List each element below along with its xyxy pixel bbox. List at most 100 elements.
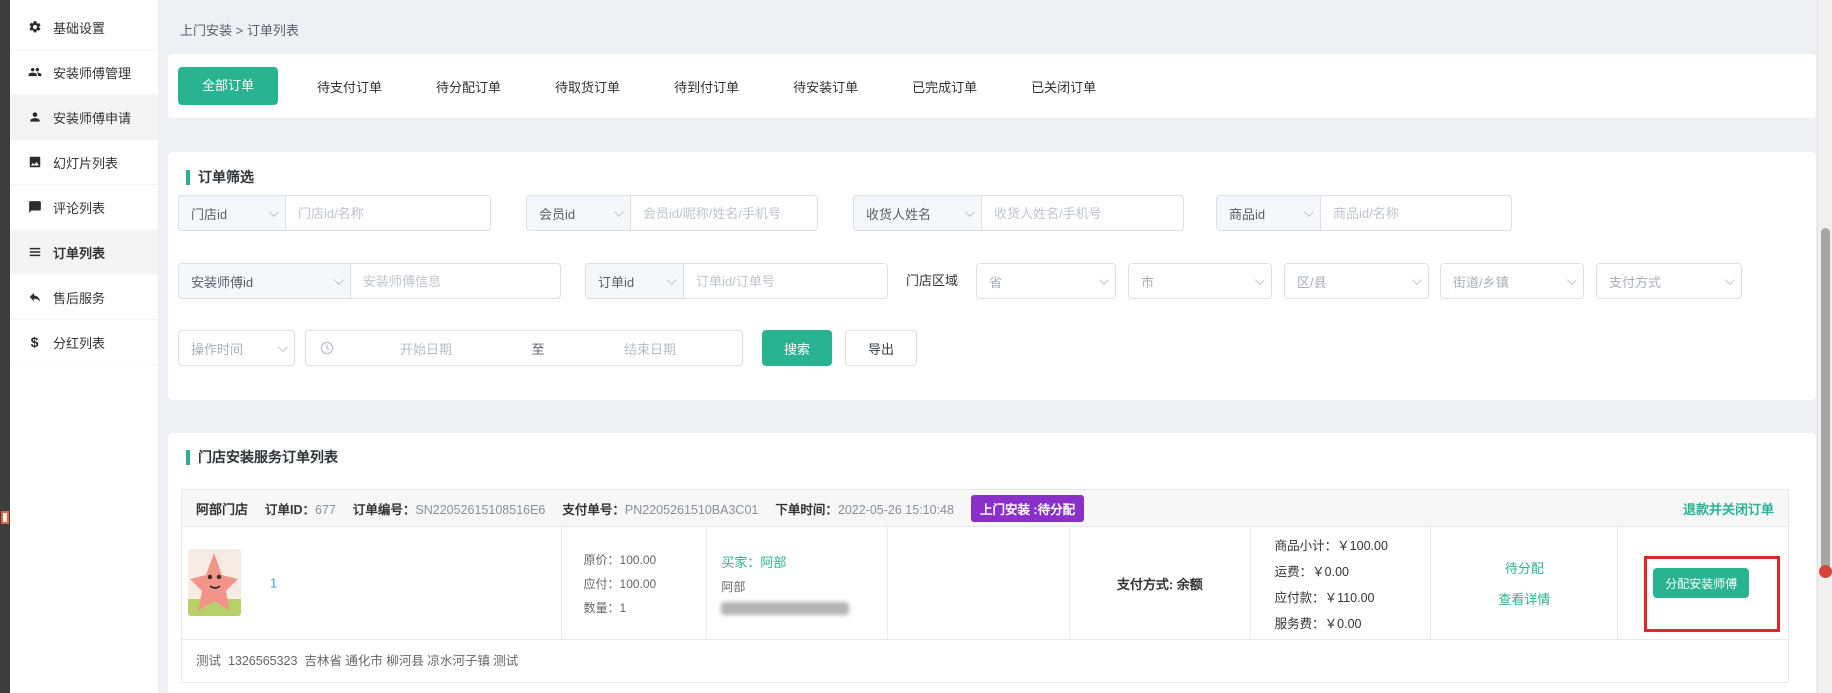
chevron-down-icon	[1255, 275, 1265, 285]
sidebar-item-slideshow-list[interactable]: 幻灯片列表	[10, 140, 158, 185]
quantity-link[interactable]: 1	[270, 576, 277, 591]
store-search-input[interactable]	[286, 195, 491, 231]
order-item: 阿部门店 订单ID：677 订单编号：SN22052615108516E6 支付…	[181, 489, 1789, 683]
chevron-down-icon	[965, 207, 975, 217]
sidebar-item-installer-application[interactable]: 安装师傅申请	[10, 95, 158, 140]
filter-group-store: 门店id	[178, 195, 491, 231]
member-id-select[interactable]: 会员id	[526, 195, 631, 231]
date-range-picker[interactable]: 开始日期 至 结束日期	[305, 330, 743, 366]
chevron-down-icon	[269, 207, 279, 217]
tab-pay-on-delivery[interactable]: 待到付订单	[647, 77, 766, 96]
operation-time-select[interactable]: 操作时间	[178, 330, 295, 366]
filter-group-consignee: 收货人姓名	[853, 195, 1184, 231]
order-id-select[interactable]: 订单id	[585, 263, 684, 299]
sidebar-item-label: 分红列表	[53, 333, 105, 352]
app-root: 基础设置 安装师傅管理 安装师傅申请 幻灯片列表 评论列表 订单列表 售后服务 …	[0, 0, 1832, 693]
status-cell: 待分配 查看详情	[1431, 527, 1618, 639]
sidebar-item-dividend-list[interactable]: $ 分红列表	[10, 320, 158, 365]
order-time-field: 下单时间：2022-05-26 15:10:48	[775, 499, 954, 518]
filter-group-member: 会员id	[526, 195, 818, 231]
order-search-input[interactable]	[684, 263, 888, 299]
tab-closed[interactable]: 已关闭订单	[1004, 77, 1123, 96]
sidebar-item-label: 安装师傅申请	[53, 108, 131, 127]
dollar-icon: $	[27, 335, 42, 350]
sidebar-item-label: 幻灯片列表	[53, 153, 118, 172]
sidebar-item-comment-list[interactable]: 评论列表	[10, 185, 158, 230]
order-id-field: 订单ID：677	[265, 499, 336, 518]
filter-section-title: 订单筛选	[186, 167, 254, 187]
chevron-down-icon	[1099, 275, 1109, 285]
chevron-down-icon	[1567, 275, 1577, 285]
shipping-line: 运费：￥0.00	[1275, 561, 1431, 580]
scrollbar-thumb[interactable]	[1821, 228, 1830, 570]
consignee-search-input[interactable]	[982, 195, 1184, 231]
payment-method-select[interactable]: 支付方式	[1596, 263, 1742, 299]
original-price: 原价：100.00	[584, 551, 707, 568]
consignee-name-select[interactable]: 收货人姓名	[853, 195, 982, 231]
sidebar-item-label: 评论列表	[53, 198, 105, 217]
search-button[interactable]: 搜索	[762, 330, 832, 366]
product-id-select[interactable]: 商品id	[1216, 195, 1321, 231]
order-status-tabs: 全部订单 待支付订单 待分配订单 待取货订单 待到付订单 待安装订单 已完成订单…	[168, 54, 1816, 118]
installer-id-select[interactable]: 安装师傅id	[178, 263, 351, 299]
chevron-down-icon	[1304, 207, 1314, 217]
service-fee-line: 服务费：￥0.00	[1275, 613, 1431, 632]
left-edge-marker	[1, 511, 9, 524]
store-name: 阿部门店	[196, 499, 248, 518]
export-button[interactable]: 导出	[845, 330, 917, 366]
title-accent-bar	[186, 170, 190, 185]
store-id-select[interactable]: 门店id	[178, 195, 286, 231]
status-badge: 上门安装 :待分配	[971, 495, 1084, 522]
product-image[interactable]	[188, 549, 241, 616]
filter-group-installer: 安装师傅id	[178, 263, 561, 299]
order-list-card: 门店安装服务订单列表 阿部门店 订单ID：677 订单编号：SN22052615…	[168, 433, 1816, 693]
sidebar-item-after-sales[interactable]: 售后服务	[10, 275, 158, 320]
tab-pending-assignment[interactable]: 待分配订单	[409, 77, 528, 96]
tab-all-orders[interactable]: 全部订单	[178, 67, 278, 105]
product-search-input[interactable]	[1321, 195, 1512, 231]
member-search-input[interactable]	[631, 195, 818, 231]
order-list-section-title: 门店安装服务订单列表	[186, 447, 338, 467]
tab-completed[interactable]: 已完成订单	[885, 77, 1004, 96]
installer-search-input[interactable]	[351, 263, 561, 299]
reply-icon	[27, 290, 42, 305]
action-cell: 分配安装师傅	[1618, 527, 1788, 639]
view-details-link[interactable]: 查看详情	[1498, 589, 1550, 608]
assign-installer-button[interactable]: 分配安装师傅	[1653, 568, 1749, 598]
order-header: 阿部门店 订单ID：677 订单编号：SN22052615108516E6 支付…	[182, 490, 1788, 527]
refund-close-order-link[interactable]: 退款并关闭订单	[1683, 499, 1774, 518]
city-select[interactable]: 市	[1128, 263, 1272, 299]
sidebar-item-label: 基础设置	[53, 18, 105, 37]
chevron-down-icon	[278, 342, 288, 352]
buyer-label: 买家：阿部	[721, 552, 887, 571]
list-icon	[27, 245, 42, 260]
province-select[interactable]: 省	[976, 263, 1116, 299]
sidebar-item-order-list[interactable]: 订单列表	[10, 230, 158, 275]
end-date-placeholder[interactable]: 结束日期	[558, 339, 742, 358]
tab-pending-pickup[interactable]: 待取货订单	[528, 77, 647, 96]
amount-due-line: 应付款：￥110.00	[1275, 587, 1431, 606]
district-select[interactable]: 区/县	[1284, 263, 1429, 299]
order-body-row: 1 原价：100.00 应付：100.00 数量：1 买家：阿部 阿部 支付方式…	[182, 527, 1788, 639]
buyer-name: 阿部	[721, 578, 887, 595]
vertical-scrollbar[interactable]	[1817, 0, 1832, 693]
chevron-down-icon	[614, 207, 624, 217]
chevron-down-icon	[1412, 275, 1422, 285]
chevron-down-icon	[667, 275, 677, 285]
order-filter-card: 订单筛选 门店id 会员id 收货人姓名 商品id 安装师傅id 订单id 门店…	[168, 152, 1816, 400]
gear-icon	[27, 20, 42, 35]
tab-pending-installation[interactable]: 待安装订单	[766, 77, 885, 96]
sidebar-item-basic-settings[interactable]: 基础设置	[10, 5, 158, 50]
sidebar-item-installer-management[interactable]: 安装师傅管理	[10, 50, 158, 95]
chevron-down-icon	[1725, 275, 1735, 285]
slideshow-icon	[27, 155, 42, 170]
street-select[interactable]: 街道/乡镇	[1440, 263, 1584, 299]
store-region-label: 门店区域	[906, 263, 958, 299]
start-date-placeholder[interactable]: 开始日期	[334, 339, 518, 358]
tab-pending-payment[interactable]: 待支付订单	[290, 77, 409, 96]
filter-group-order: 订单id	[585, 263, 888, 299]
filter-title-text: 订单筛选	[198, 167, 254, 187]
redacted-phone	[721, 602, 849, 615]
users-icon	[27, 65, 42, 80]
comment-icon	[27, 200, 42, 215]
